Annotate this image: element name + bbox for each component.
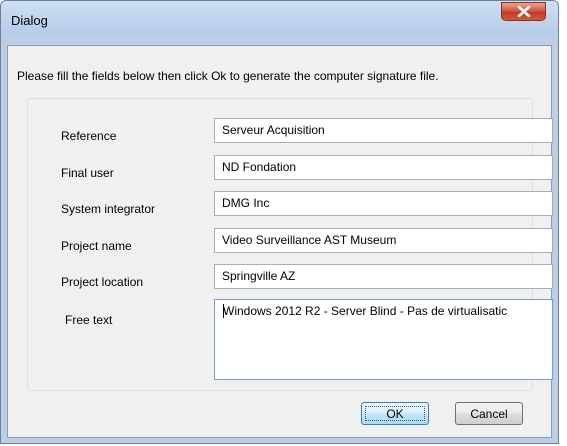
free-text-label: Free text <box>65 313 113 327</box>
free-text-area[interactable]: Windows 2012 R2 - Server Blind - Pas de … <box>214 299 553 380</box>
window-title: Dialog <box>11 13 48 28</box>
text-caret <box>223 304 224 318</box>
final-user-label: Final user <box>61 166 114 180</box>
dialog-window: Dialog Please fill the fields below then… <box>0 0 559 444</box>
fields-panel: Reference Serveur Acquisition Final user… <box>27 98 553 391</box>
system-integrator-input[interactable]: DMG Inc <box>214 191 553 216</box>
close-icon <box>517 6 530 17</box>
reference-label: Reference <box>61 129 117 143</box>
close-button[interactable] <box>501 2 546 21</box>
dialog-client-area: Please fill the fields below then click … <box>7 45 553 438</box>
project-name-input[interactable]: Video Surveillance AST Museum <box>214 228 553 253</box>
system-integrator-label: System integrator <box>61 202 156 216</box>
instructions-text: Please fill the fields below then click … <box>17 69 439 83</box>
project-location-label: Project location <box>61 275 144 289</box>
title-bar[interactable]: Dialog <box>1 1 558 35</box>
focus-rectangle <box>365 406 425 421</box>
cancel-button[interactable]: Cancel <box>455 402 523 425</box>
reference-input[interactable]: Serveur Acquisition <box>214 118 553 143</box>
free-text-value: Windows 2012 R2 - Server Blind - Pas de … <box>223 304 508 318</box>
project-name-label: Project name <box>61 239 132 253</box>
final-user-input[interactable]: ND Fondation <box>214 155 553 180</box>
project-location-input[interactable]: Springville AZ <box>214 264 553 289</box>
ok-button[interactable]: OK <box>361 402 429 425</box>
cancel-button-label: Cancel <box>470 406 508 421</box>
